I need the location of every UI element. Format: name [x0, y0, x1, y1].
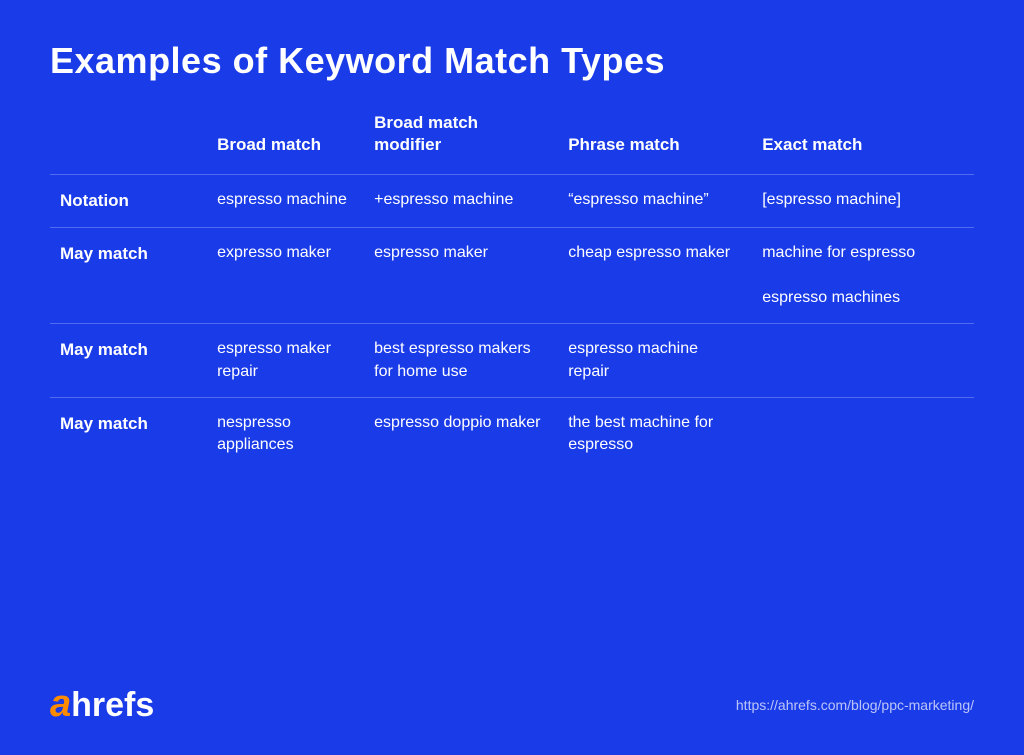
col-header-exact: Exact match [752, 112, 974, 175]
cell-broad_modifier: espresso maker [364, 227, 558, 323]
logo-a: a [50, 685, 71, 723]
col-header-empty [50, 112, 207, 175]
main-container: Examples of Keyword Match Types Broad ma… [0, 0, 1024, 755]
table-row: May matchexpresso makerespresso makerche… [50, 227, 974, 323]
col-header-phrase: Phrase match [558, 112, 752, 175]
footer: a hrefs https://ahrefs.com/blog/ppc-mark… [50, 675, 974, 725]
cell-broad_modifier: best espresso makers for home use [364, 324, 558, 398]
cell-phrase: “espresso machine” [558, 175, 752, 228]
page-title: Examples of Keyword Match Types [50, 40, 974, 82]
cell-broad: espresso machine [207, 175, 364, 228]
keyword-match-table: Broad match Broad match modifier Phrase … [50, 112, 974, 471]
logo: a hrefs [50, 685, 154, 725]
cell-phrase: espresso machine repair [558, 324, 752, 398]
table-wrapper: Broad match Broad match modifier Phrase … [50, 112, 974, 655]
cell-exact: machine for espressoespresso machines [752, 227, 974, 323]
cell-broad_modifier: +espresso machine [364, 175, 558, 228]
col-header-broad-modifier: Broad match modifier [364, 112, 558, 175]
table-row: Notationespresso machine+espresso machin… [50, 175, 974, 228]
logo-text: hrefs [71, 686, 154, 725]
col-header-broad: Broad match [207, 112, 364, 175]
cell-label: Notation [50, 175, 207, 228]
cell-label: May match [50, 227, 207, 323]
cell-broad: nespresso appliances [207, 397, 364, 470]
cell-broad: expresso maker [207, 227, 364, 323]
footer-url: https://ahrefs.com/blog/ppc-marketing/ [736, 697, 974, 713]
cell-exact [752, 397, 974, 470]
cell-exact: [espresso machine] [752, 175, 974, 228]
cell-broad: espresso maker repair [207, 324, 364, 398]
cell-phrase: the best machine for espresso [558, 397, 752, 470]
cell-phrase: cheap espresso maker [558, 227, 752, 323]
cell-broad_modifier: espresso doppio maker [364, 397, 558, 470]
table-row: May matchespresso maker repairbest espre… [50, 324, 974, 398]
cell-exact [752, 324, 974, 398]
table-row: May matchnespresso appliancesespresso do… [50, 397, 974, 470]
cell-label: May match [50, 324, 207, 398]
cell-label: May match [50, 397, 207, 470]
